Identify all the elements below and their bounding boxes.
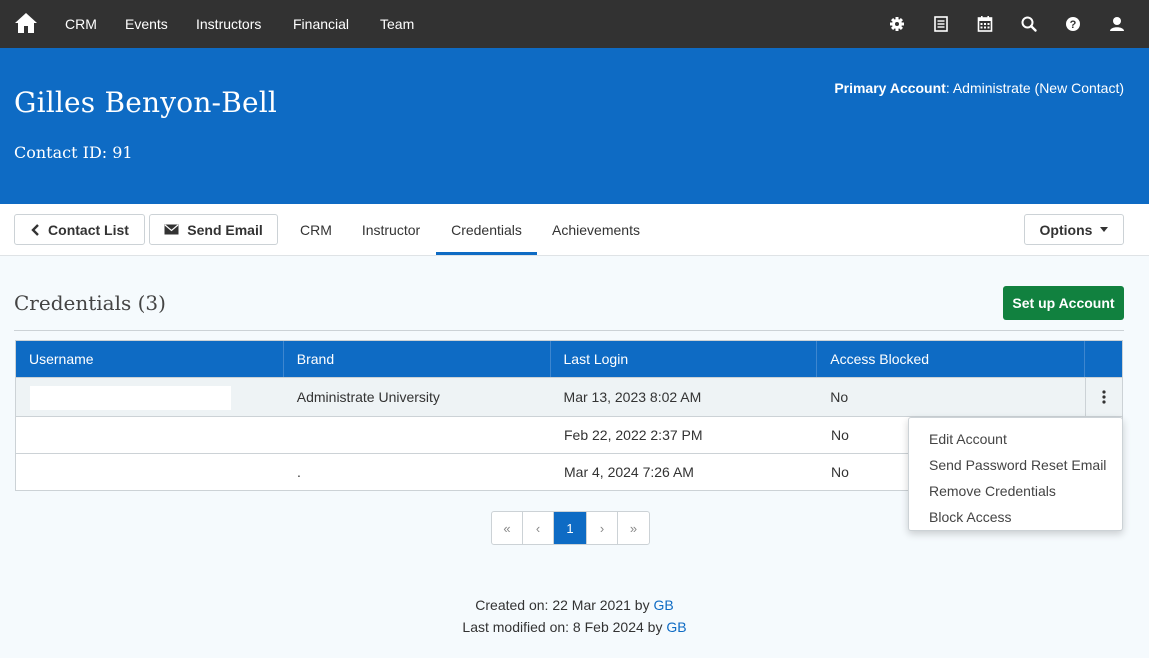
options-button[interactable]: Options xyxy=(1024,214,1124,245)
created-by-link[interactable]: GB xyxy=(654,597,674,613)
tab-instructor[interactable]: Instructor xyxy=(348,204,434,255)
page-last-button[interactable]: » xyxy=(618,512,649,544)
page-current-button[interactable]: 1 xyxy=(554,512,587,544)
tab-crm[interactable]: CRM xyxy=(288,204,344,255)
table-header: Username Brand Last Login Access Blocked xyxy=(16,341,1122,377)
brand-cell xyxy=(284,417,551,453)
chevron-left-icon xyxy=(31,223,39,236)
contact-list-label: Contact List xyxy=(48,221,129,238)
contact-list-button[interactable]: Contact List xyxy=(14,214,145,245)
redacted-username xyxy=(30,386,231,410)
modified-by-link[interactable]: GB xyxy=(666,619,686,635)
svg-text:?: ? xyxy=(1070,19,1077,31)
section-title: Credentials (3) xyxy=(14,291,166,315)
last-login-cell: Feb 22, 2022 2:37 PM xyxy=(564,427,703,443)
column-username: Username xyxy=(16,341,284,377)
column-last-login: Last Login xyxy=(551,341,818,377)
primary-account-value: : Administrate (New Contact) xyxy=(945,80,1124,96)
caret-down-icon xyxy=(1100,227,1109,232)
nav-crm[interactable]: CRM xyxy=(65,16,97,32)
last-login-cell: Mar 13, 2023 8:02 AM xyxy=(563,389,702,405)
modified-text: Last modified on: 8 Feb 2024 by xyxy=(462,619,667,635)
nav-instructors[interactable]: Instructors xyxy=(196,16,261,32)
column-actions xyxy=(1085,341,1122,377)
row-actions-button[interactable] xyxy=(1085,378,1122,416)
section-divider xyxy=(14,330,1124,331)
contact-id: Contact ID: 91 xyxy=(14,143,133,162)
tab-credentials[interactable]: Credentials xyxy=(436,204,537,255)
pagination: « ‹ 1 › » xyxy=(491,511,650,545)
access-blocked-cell: No xyxy=(830,389,849,405)
column-access-blocked: Access Blocked xyxy=(817,341,1085,377)
setup-account-button[interactable]: Set up Account xyxy=(1003,286,1124,320)
brand-cell: Administrate University xyxy=(296,389,440,405)
tab-bar: Contact List Send Email CRM Instructor C… xyxy=(0,204,1149,256)
modified-info: Last modified on: 8 Feb 2024 by GB xyxy=(0,619,1149,635)
nav-team[interactable]: Team xyxy=(380,16,414,32)
document-icon[interactable] xyxy=(931,14,951,34)
username-cell xyxy=(16,417,284,453)
top-navbar: CRM Events Instructors Financial Team ? xyxy=(0,0,1149,48)
page-next-button[interactable]: › xyxy=(587,512,618,544)
contact-name: Gilles Benyon-Bell xyxy=(14,86,278,119)
primary-account-label: Primary Account xyxy=(834,80,946,96)
search-icon[interactable] xyxy=(1019,14,1039,34)
created-info: Created on: 22 Mar 2021 by GB xyxy=(0,597,1149,613)
row-actions-menu: Edit Account Send Password Reset Email R… xyxy=(908,417,1123,531)
page-prev-button[interactable]: ‹ xyxy=(523,512,554,544)
menu-item-remove-credentials[interactable]: Remove Credentials xyxy=(909,478,1122,504)
menu-item-edit-account[interactable]: Edit Account xyxy=(909,426,1122,452)
tab-achievements[interactable]: Achievements xyxy=(540,204,652,255)
page-first-button[interactable]: « xyxy=(492,512,523,544)
kebab-menu-icon xyxy=(1102,390,1106,404)
nav-events[interactable]: Events xyxy=(125,16,168,32)
username-cell xyxy=(16,454,284,490)
contact-header: Gilles Benyon-Bell Contact ID: 91 Primar… xyxy=(0,48,1149,204)
gear-icon[interactable] xyxy=(887,14,907,34)
menu-item-send-password-reset[interactable]: Send Password Reset Email xyxy=(909,452,1122,478)
help-icon[interactable]: ? xyxy=(1063,14,1083,34)
send-email-button[interactable]: Send Email xyxy=(149,214,278,245)
column-brand: Brand xyxy=(284,341,551,377)
home-icon[interactable] xyxy=(14,11,38,35)
calendar-icon[interactable] xyxy=(975,14,995,34)
menu-item-block-access[interactable]: Block Access xyxy=(909,504,1122,530)
created-text: Created on: 22 Mar 2021 by xyxy=(475,597,654,613)
username-cell xyxy=(16,378,284,416)
table-row: Administrate University Mar 13, 2023 8:0… xyxy=(16,377,1122,416)
user-icon[interactable] xyxy=(1107,14,1127,34)
last-login-cell: Mar 4, 2024 7:26 AM xyxy=(564,464,694,480)
brand-cell: . xyxy=(297,464,301,480)
nav-financial[interactable]: Financial xyxy=(293,16,349,32)
send-email-label: Send Email xyxy=(187,221,263,238)
primary-account: Primary Account: Administrate (New Conta… xyxy=(834,80,1124,96)
options-label: Options xyxy=(1039,221,1093,238)
envelope-icon xyxy=(164,224,179,235)
